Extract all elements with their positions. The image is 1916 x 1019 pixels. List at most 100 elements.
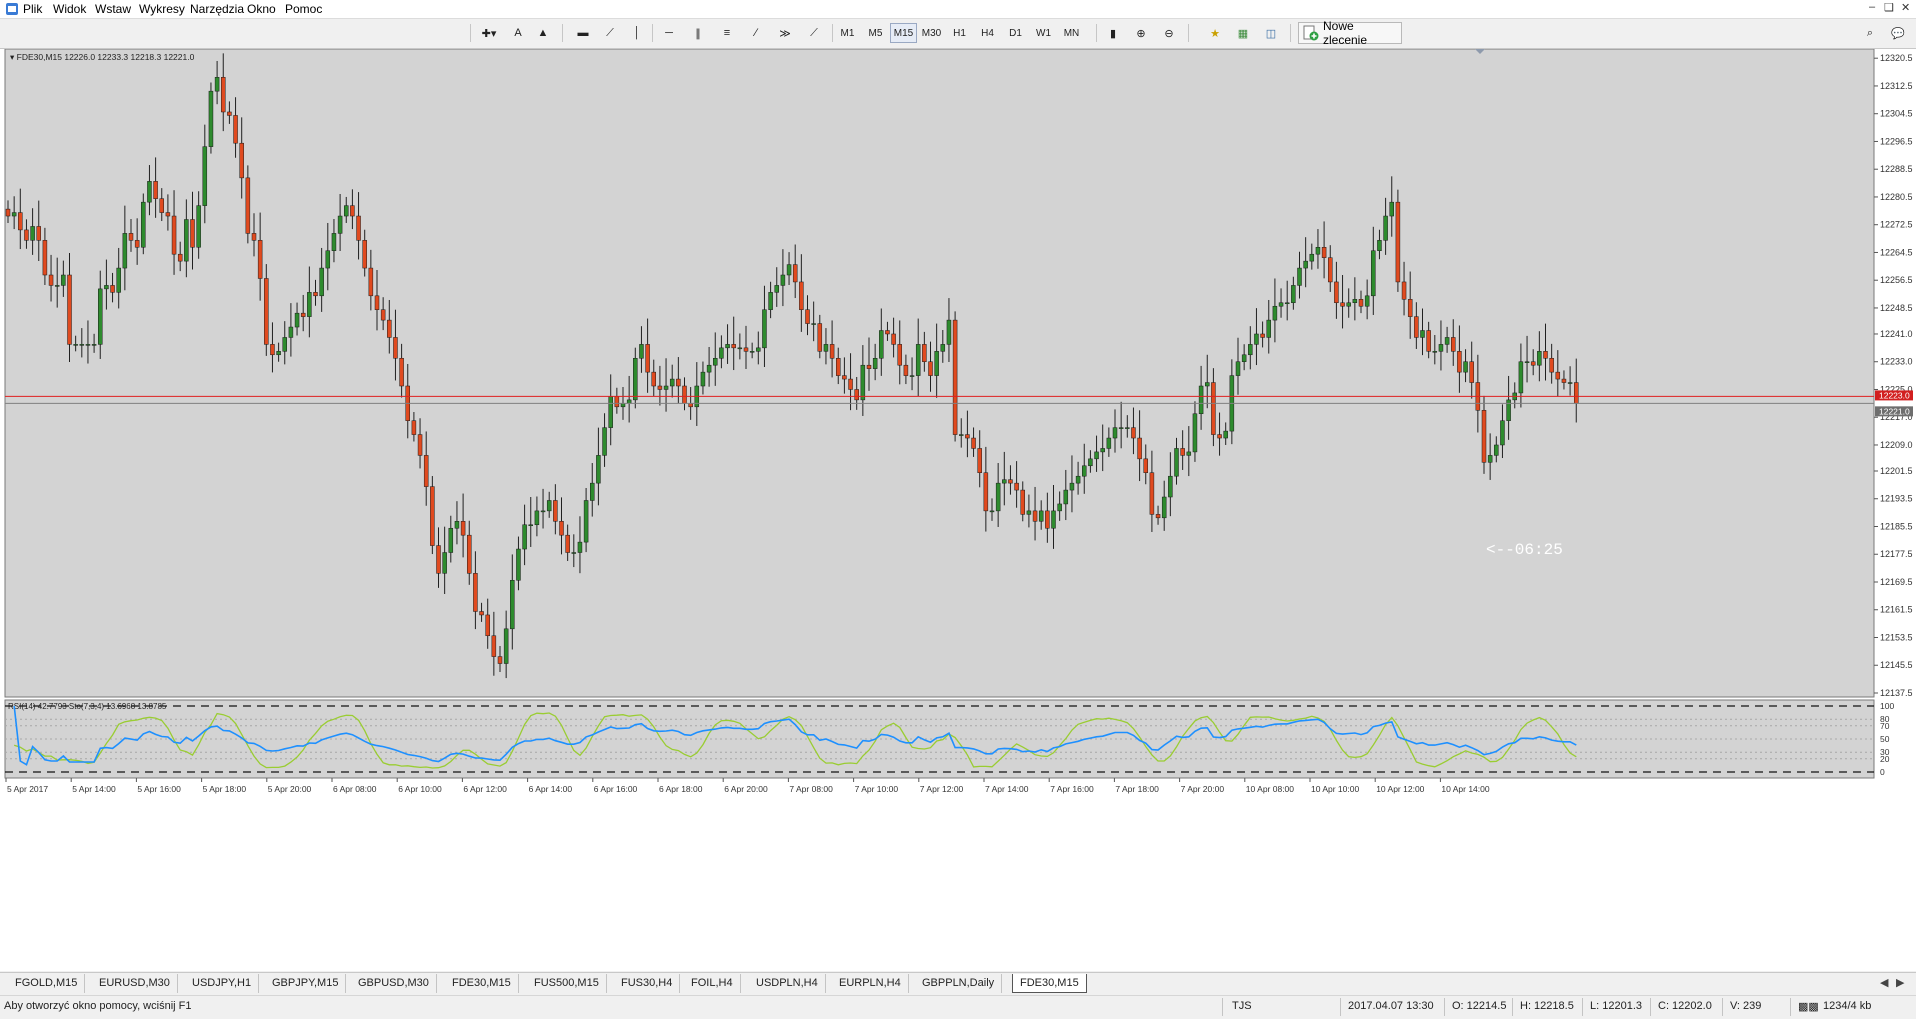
text-tool-icon[interactable]: A [508,23,528,43]
zoom-in-icon[interactable]: ⊕ [1130,23,1152,43]
lines-icon[interactable]: ≫ [772,23,798,43]
timeframe-h4[interactable]: H4 [974,23,1001,43]
status-profile: TJS [1232,1000,1252,1012]
timeframe-h1[interactable]: H1 [946,23,973,43]
equidistant-channel-icon[interactable]: ∥ [685,23,711,43]
tab-fde30-m15[interactable]: FDE30,M15 [445,974,519,993]
price-axis-label: 12137.5 [1880,688,1913,698]
bear-candle [922,344,927,362]
new-order-button[interactable]: Nowe zlecenie [1298,19,1402,47]
horizontal-line-icon[interactable]: ─ [656,23,682,43]
search-icon[interactable]: ⌕ [1860,23,1880,43]
menu-wykresy[interactable]: Wykresy [139,1,185,17]
bull-candle [872,358,878,369]
tab-fus500-m15[interactable]: FUS500,M15 [527,974,607,993]
tab-fus30-h4[interactable]: FUS30,H4 [614,974,681,993]
time-axis-label: 6 Apr 14:00 [529,784,573,794]
bull-candle [104,285,109,290]
minimize-icon[interactable]: – [1869,1,1875,13]
menu-pomoc[interactable]: Pomoc [285,1,322,17]
bull-candle [1112,427,1118,439]
bull-candle [1500,420,1505,446]
timeframe-mn[interactable]: MN [1058,23,1085,43]
chart-canvas[interactable]: 12320.5 12312.5 12304.5 12296.5 12288.5 12280… [0,49,1916,971]
bull-candle [700,371,706,387]
timeframe-w1[interactable]: W1 [1030,23,1057,43]
tab-foil-h4[interactable]: FOIL,H4 [684,974,741,993]
new-order-label: Nowe zlecenie [1322,19,1368,47]
menu-widok[interactable]: Widok [53,1,86,17]
bear-candle [399,358,404,387]
menu-plik[interactable]: Plik [23,1,42,17]
bear-candle [1328,257,1333,283]
chart-shift-icon[interactable]: ▮ [1102,23,1124,43]
tab-prev-icon[interactable]: ◀ [1880,976,1888,989]
bear-candle [430,486,435,546]
bear-candle [688,403,693,408]
bull-candle [307,292,312,317]
menu-okno[interactable]: Okno [247,1,276,17]
tab-eurpln-h4[interactable]: EURPLN,H4 [832,974,909,993]
bear-candle [436,545,441,574]
fibonacci-icon[interactable]: ≡ [714,23,740,43]
timeframe-m15[interactable]: M15 [890,23,917,43]
tab-gbpusd-m30[interactable]: GBPUSD,M30 [351,974,437,993]
bear-candle [42,240,48,276]
zoom-out-icon[interactable]: ⊖ [1158,23,1180,43]
bull-candle [325,250,331,269]
bull-candle [909,375,915,377]
tab-eurusd-m30[interactable]: EURUSD,M30 [92,974,178,993]
bear-candle [497,656,503,664]
time-axis-label: 10 Apr 10:00 [1311,784,1359,794]
bear-candle [1395,201,1401,283]
main-chart-background [4,49,1875,698]
bear-candle [1032,510,1038,522]
bear-candle [983,472,989,512]
bear-candle [5,208,11,217]
close-icon[interactable]: ✕ [1901,1,1910,14]
time-axis-label: 6 Apr 18:00 [659,784,703,794]
timeframe-m5[interactable]: M5 [862,23,889,43]
bull-candle [116,267,121,293]
bull-candle [1051,510,1056,529]
bull-candle [663,385,669,390]
data-window-icon[interactable]: ◫ [1260,23,1282,43]
restore-icon[interactable]: ❑ [1884,1,1894,14]
bear-candle [485,614,490,637]
timeframe-m1[interactable]: M1 [834,23,861,43]
bull-candle [940,344,946,352]
templates-icon[interactable]: ★ [1204,23,1226,43]
bull-candle [608,396,613,428]
tab-fde30-m15-active[interactable]: FDE30,M15 [1012,974,1087,993]
bear-candle [1358,299,1364,307]
menu-wstaw[interactable]: Wstaw [95,1,131,17]
tab-usdjpy-h1[interactable]: USDJPY,H1 [185,974,260,993]
arrow-tool-icon[interactable]: ▲ [532,23,554,43]
tab-gbpjpy-m15[interactable]: GBPJPY,M15 [265,974,347,993]
vertical-line-icon[interactable]: │ [627,23,647,43]
bull-candle [1352,299,1358,304]
bull-candle [1297,267,1302,286]
tab-next-icon[interactable]: ▶ [1896,976,1904,989]
toolbar-separator [652,24,653,42]
trendline-tool-icon[interactable]: ⟋ [599,23,621,43]
timeframe-d1[interactable]: D1 [1002,23,1029,43]
cursor-tool-icon[interactable]: ✚▾ [476,23,502,43]
gann-icon[interactable]: ∕ [743,23,769,43]
chat-icon[interactable]: 💬 [1886,23,1910,43]
rectangle-tool-icon[interactable]: ▬ [572,23,594,43]
tab-gbppln-daily[interactable]: GBPPLN,Daily [915,974,1003,993]
bear-candle [393,337,398,359]
periods-icon[interactable]: ▦ [1232,23,1254,43]
menu-narzedzia[interactable]: Narzędzia [190,1,244,17]
bear-candle [374,295,380,310]
tab-fgold-m15[interactable]: FGOLD,M15 [8,974,86,993]
bear-candle [952,319,958,435]
timeframe-m30[interactable]: M30 [918,23,945,43]
bull-candle [1444,337,1450,345]
tab-usdpln-h4[interactable]: USDPLN,H4 [749,974,826,993]
bull-candle [1518,361,1524,394]
channel-icon[interactable]: ⟋ [801,23,827,43]
bear-candle [1180,448,1185,456]
bear-candle [423,455,429,487]
